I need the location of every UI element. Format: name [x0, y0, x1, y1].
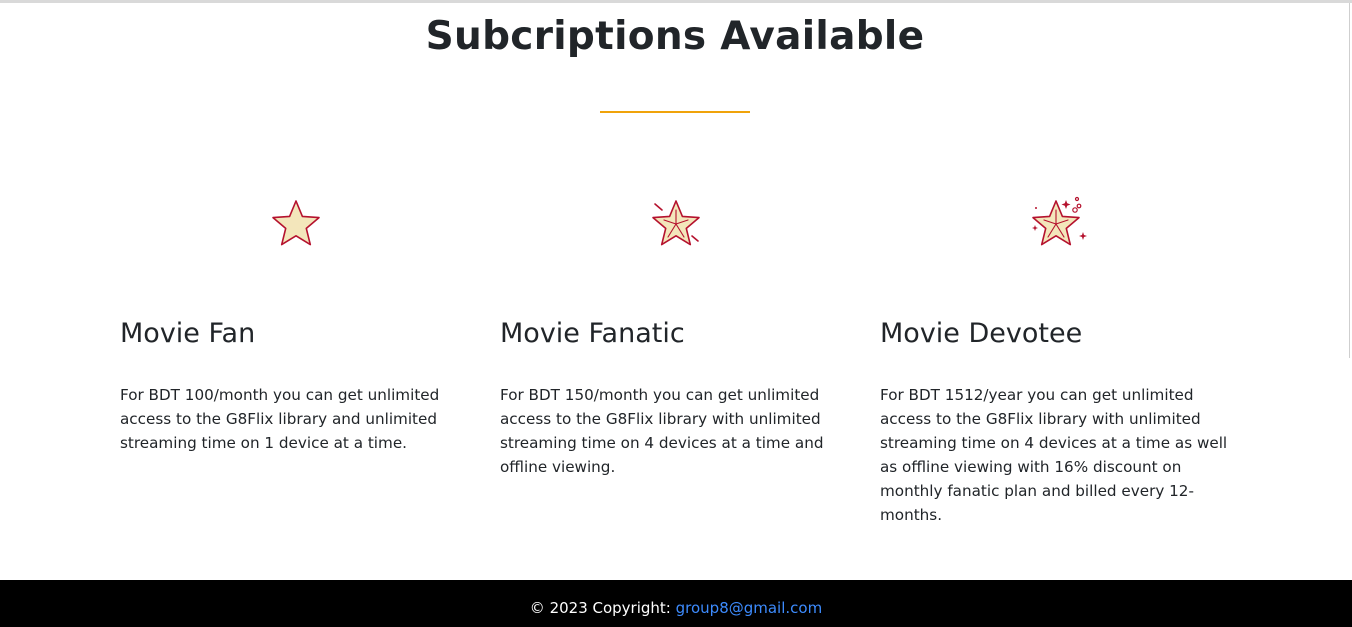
plan-description: For BDT 150/month you can get unlimited … [500, 386, 824, 476]
top-border [0, 0, 1352, 3]
copyright-text: © 2023 Copyright: [529, 599, 676, 617]
plan-description: For BDT 100/month you can get unlimited … [120, 386, 440, 452]
star-sparkles-icon [1020, 190, 1092, 262]
plan-title: Movie Devotee [880, 318, 1083, 349]
contact-email-link[interactable]: group8@gmail.com [676, 599, 823, 617]
footer: © 2023 Copyright: group8@gmail.com [0, 580, 1352, 627]
subscriptions-page: Subcriptions Available Movie Fan For BDT… [0, 0, 1352, 627]
plan-description: For BDT 1512/year you can get unlimited … [880, 386, 1228, 524]
title-underline [600, 111, 750, 113]
section-title: Subcriptions Available [425, 14, 925, 59]
plan-title: Movie Fan [120, 318, 256, 349]
star-icon [260, 190, 332, 262]
plan-title: Movie Fanatic [500, 318, 685, 349]
star-sparkle-icon [640, 190, 712, 262]
